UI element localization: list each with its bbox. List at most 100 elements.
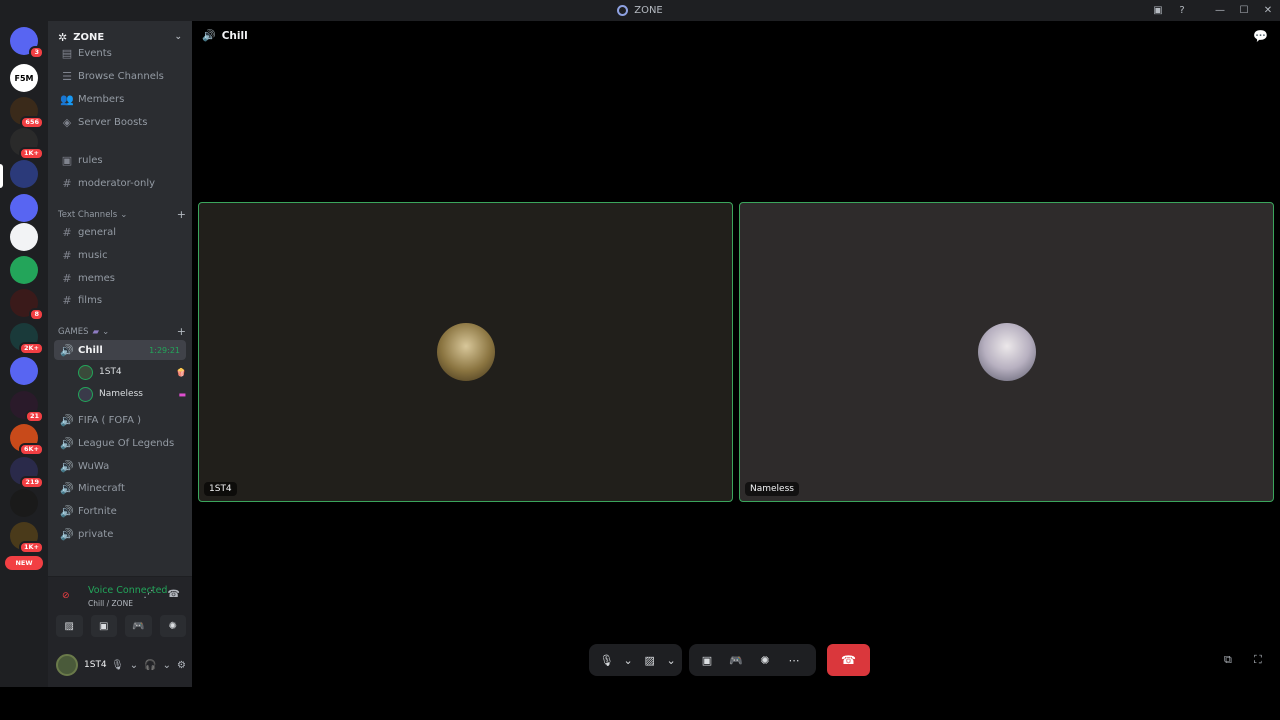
hash-icon: #	[62, 293, 72, 307]
rules-icon: ▣	[61, 153, 73, 167]
avatar	[78, 364, 93, 380]
voice-channel-wuwa[interactable]: 🔊 WuWa	[54, 456, 186, 476]
server-icon-4[interactable]	[10, 160, 38, 188]
username[interactable]: 1ST4	[84, 660, 107, 670]
close-icon[interactable]: ✕	[1256, 0, 1280, 21]
voice-channel-private[interactable]: 🔊 private	[54, 524, 186, 544]
channel-general[interactable]: # general	[54, 222, 186, 242]
participant-tile-nameless[interactable]: Nameless	[739, 202, 1274, 502]
soundboard-icon[interactable]: ✺	[753, 648, 777, 672]
channel-films[interactable]: # films	[54, 290, 186, 310]
server-icon-11[interactable]: 21	[10, 391, 44, 423]
chevron-down-icon[interactable]: ⌄	[666, 648, 676, 672]
more-icon[interactable]: ⋯	[782, 648, 806, 672]
server-rail: NEW 3 F5M 656 1K+ 8 2K+ 21 6K+ 219 1K+	[0, 21, 48, 687]
server-icon-13[interactable]: 219	[10, 457, 44, 489]
server-icon-1[interactable]: F5M	[10, 64, 38, 92]
screen-share-button[interactable]: ▣	[90, 615, 117, 637]
add-channel-icon[interactable]: +	[177, 208, 186, 221]
add-channel-icon[interactable]: +	[177, 325, 186, 338]
chevron-down-icon[interactable]: ⌄	[163, 660, 171, 671]
server-boosts-item[interactable]: ◈ Server Boosts	[54, 112, 186, 132]
category-text-channels[interactable]: Text Channels ⌄ +	[58, 208, 186, 221]
voice-user-1st4[interactable]: 1ST4 🍿	[78, 362, 186, 382]
popout-icon[interactable]: ⧉	[1224, 653, 1232, 667]
call-timer: 1:29:21	[149, 345, 180, 355]
activity-icon: ▬	[178, 389, 186, 399]
mention-badge: 8	[29, 308, 44, 321]
channel-sidebar: ✲ ZONE ⌄ ▤ Events ☰ Browse Channels 👥 Membe…	[48, 21, 192, 687]
voice-channel-chill[interactable]: 🔊 Chill 1:29:21	[54, 340, 186, 360]
disconnect-icon[interactable]: ☎	[168, 589, 180, 600]
server-icon-12[interactable]: 6K+	[10, 424, 44, 456]
camera-off-icon[interactable]: ▨	[638, 648, 661, 672]
settings-icon[interactable]: ⚙	[177, 660, 186, 671]
category-games[interactable]: GAMES ▰ ⌄ +	[58, 325, 186, 338]
camera-off-button[interactable]: ▨	[56, 615, 83, 637]
server-icon-15[interactable]: 1K+	[10, 522, 44, 554]
server-icon-5[interactable]	[10, 194, 38, 222]
soundboard-button[interactable]: ✺	[159, 615, 186, 637]
headphones-icon[interactable]: 🎧	[144, 660, 156, 671]
server-icon-3[interactable]: 1K+	[10, 128, 44, 160]
screen-share-icon[interactable]: ▣	[695, 648, 719, 672]
voice-user-nameless[interactable]: Nameless ▬	[78, 384, 186, 404]
members-item[interactable]: 👥 Members	[54, 89, 186, 109]
signal-icon[interactable]: ⊘	[62, 591, 70, 601]
call-view: 🔊 Chill 💬 1ST4 Nameless 🎙 ⌄ ▨ ⌄ ▣ 🎮 ✺ ⋯ …	[192, 21, 1280, 687]
fullscreen-icon[interactable]: ⛶	[1254, 653, 1262, 667]
maximize-icon[interactable]: ☐	[1232, 0, 1256, 21]
speaker-icon: 🔊	[60, 343, 74, 357]
channel-memes[interactable]: # memes	[54, 268, 186, 288]
mention-badge: 1K+	[18, 147, 44, 160]
channel-music[interactable]: # music	[54, 245, 186, 265]
audio-video-controls: 🎙 ⌄ ▨ ⌄	[589, 644, 682, 676]
mention-badge: 3	[29, 46, 44, 59]
voice-channel-lol[interactable]: 🔊 League Of Legends	[54, 433, 186, 453]
server-icon-2[interactable]: 656	[10, 97, 44, 129]
minimize-icon[interactable]: —	[1208, 0, 1232, 21]
chat-icon[interactable]: 💬	[1253, 29, 1268, 43]
server-icon-14[interactable]	[10, 489, 38, 517]
mention-badge: 1K+	[18, 541, 44, 554]
channel-moderator-only[interactable]: # moderator-only	[54, 173, 186, 193]
server-icon-7[interactable]	[10, 256, 38, 284]
speaker-icon: 🔊	[202, 29, 216, 42]
games-emoji-icon: ▰	[92, 326, 100, 337]
chevron-down-icon: ⌄	[174, 32, 182, 42]
microphone-icon[interactable]: 🎙	[595, 648, 618, 672]
participant-tile-1st4[interactable]: 1ST4	[198, 202, 733, 502]
server-icon-9[interactable]: 2K+	[10, 323, 44, 355]
events-item[interactable]: ▤ Events	[54, 45, 186, 61]
server-icon-10[interactable]	[10, 357, 38, 385]
participant-name: Nameless	[745, 482, 799, 496]
channel-rules[interactable]: ▣ rules	[54, 150, 186, 170]
mention-badge: 219	[20, 476, 44, 489]
mention-badge: 6K+	[18, 443, 44, 456]
voice-status-panel: ⊘ Voice Connected Chill / ZONE ⋰ ☎ ▨ ▣ 🎮…	[48, 576, 192, 687]
activities-button[interactable]: 🎮	[125, 615, 152, 637]
noise-suppression-icon[interactable]: ⋰	[144, 589, 154, 600]
help-icon[interactable]: ?	[1170, 0, 1194, 21]
server-icon-0[interactable]: 3	[10, 27, 44, 59]
server-icon-6[interactable]	[10, 223, 38, 251]
server-icon-8[interactable]: 8	[10, 289, 44, 321]
speaker-icon: 🔊	[60, 413, 74, 427]
microphone-icon[interactable]: 🎙	[111, 660, 124, 671]
members-icon: 👥	[60, 92, 74, 106]
voice-channel-fifa[interactable]: 🔊 FIFA ( FOFA )	[54, 410, 186, 430]
chevron-down-icon[interactable]: ⌄	[130, 660, 138, 671]
inbox-icon[interactable]: ▣	[1146, 0, 1170, 21]
chevron-down-icon: ⌄	[120, 209, 128, 220]
voice-location[interactable]: Chill / ZONE	[88, 599, 133, 608]
voice-channel-fortnite[interactable]: 🔊 Fortnite	[54, 501, 186, 521]
activities-icon[interactable]: 🎮	[724, 648, 748, 672]
chevron-down-icon[interactable]: ⌄	[623, 648, 633, 672]
voice-channel-minecraft[interactable]: 🔊 Minecraft	[54, 478, 186, 498]
browse-channels-item[interactable]: ☰ Browse Channels	[54, 66, 186, 86]
server-name: ZONE	[73, 31, 105, 43]
disconnect-button[interactable]: ☎	[827, 644, 870, 676]
new-badge[interactable]: NEW	[5, 556, 43, 570]
hash-icon: #	[62, 248, 72, 262]
avatar[interactable]	[56, 654, 78, 676]
